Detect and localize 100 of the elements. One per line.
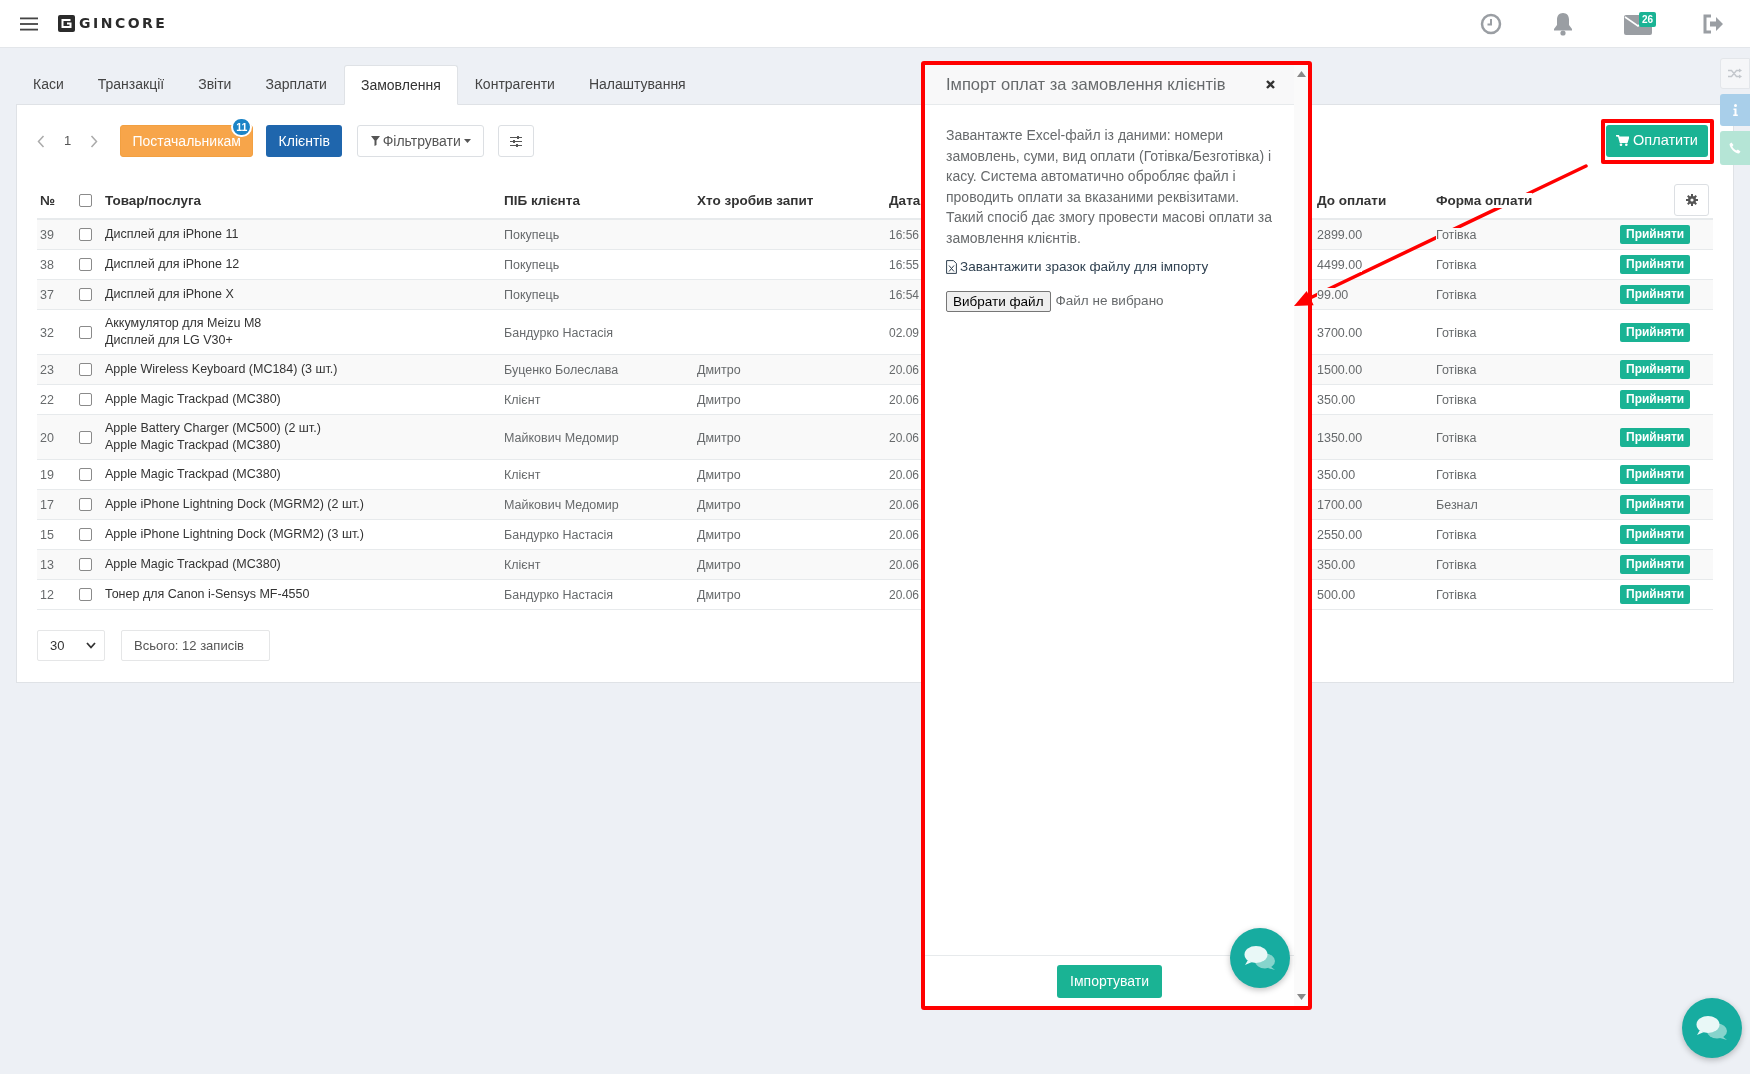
client-name: Покупець [504,288,560,302]
row-checkbox[interactable] [79,498,92,511]
column-header: № [40,193,56,208]
amount-due: 350.00 [1317,393,1356,407]
row-checkbox[interactable] [79,325,92,339]
accept-button[interactable]: Прийняти [1620,322,1691,342]
row-number: 19 [40,468,54,482]
amount-due: 3700.00 [1317,325,1363,340]
table-settings-button[interactable] [1674,184,1709,216]
clients-button[interactable]: Клієнтів [266,125,343,157]
tab[interactable]: Замовлення [343,65,458,105]
chevron-left-icon[interactable] [37,134,45,148]
menu-icon[interactable] [20,16,38,31]
row-checkbox[interactable] [79,258,92,271]
amount-due: 500.00 [1317,588,1356,602]
scroll-down-icon[interactable] [1296,994,1306,1000]
row-checkbox[interactable] [79,228,92,241]
chevron-down-icon [86,642,96,649]
column-options-button[interactable] [498,125,535,157]
tab[interactable]: Зарплати [248,65,344,104]
amount-due: 1700.00 [1317,498,1363,512]
row-number: 22 [40,393,54,407]
row-number: 23 [40,363,54,377]
row-checkbox[interactable] [79,430,92,444]
row-checkbox[interactable] [79,558,92,571]
row-checkbox[interactable] [79,393,92,406]
client-name: Майкович Медомир [504,430,619,445]
amount-due: 4499.00 [1317,258,1363,272]
pay-button[interactable]: Оплатити [1606,124,1708,157]
client-name: Покупець [504,228,560,242]
cart-icon [1616,135,1630,146]
modal-title: Імпорт оплат за замовлення клієнтів [946,74,1226,96]
filter-button[interactable]: Фільтрувати [357,125,485,157]
payment-method: Готівка [1436,558,1477,572]
chevron-right-icon[interactable] [90,134,99,148]
tab[interactable]: Каси [16,65,81,104]
column-header: Дата [889,193,921,208]
accept-button[interactable]: Прийняти [1620,585,1691,604]
client-name: Клієнт [504,468,541,482]
order-date: 16:55 [889,258,920,272]
accept-button[interactable]: Прийняти [1620,427,1691,447]
sample-file-link[interactable]: Завантажити зразок файлу для імпорту [960,258,1209,276]
amount-due: 350.00 [1317,558,1356,572]
row-number: 17 [40,498,54,512]
funnel-icon [370,136,380,146]
tab[interactable]: Налаштування [571,65,703,104]
product-name: Apple iPhone Lightning Dock (MGRM2) (3 шт.) [105,526,364,543]
row-number: 38 [40,258,54,272]
client-name: Покупець [504,258,560,272]
tab[interactable]: Звіти [181,65,249,104]
chat-button[interactable] [1682,998,1742,1058]
client-name: Майкович Медомир [504,498,619,512]
page-number[interactable]: 1 [64,131,72,151]
product-name: Apple Magic Trackpad (MC380) [105,437,281,454]
accept-button[interactable]: Прийняти [1620,390,1691,409]
order-date: 20.06 [889,393,920,407]
accept-button[interactable]: Прийняти [1620,225,1691,244]
product-name: Дисплей для LG V30+ [105,332,233,349]
accept-button[interactable]: Прийняти [1620,555,1691,574]
order-date: 02.09 [889,325,920,340]
shuffle-icon [1728,68,1742,79]
row-checkbox[interactable] [79,528,92,541]
accept-button[interactable]: Прийняти [1620,285,1691,304]
row-checkbox[interactable] [79,468,92,481]
choose-file-button[interactable]: Вибрати файл [946,291,1051,312]
gear-icon [1685,194,1698,206]
accept-button[interactable]: Прийняти [1620,255,1691,274]
info-icon [1732,104,1738,116]
select-all-checkbox[interactable] [79,193,92,207]
row-checkbox[interactable] [79,363,92,376]
row-checkbox[interactable] [79,288,92,301]
accept-button[interactable]: Прийняти [1620,525,1691,544]
accept-button[interactable]: Прийняти [1620,495,1691,514]
record-count: Всього: 12 записів [121,630,270,661]
accept-button[interactable]: Прийняти [1620,360,1691,379]
row-checkbox[interactable] [79,588,92,601]
product-name: Дисплей для iPhone X [105,286,234,303]
order-date: 20.06 [889,468,920,482]
payment-method: Готівка [1436,288,1477,302]
amount-due: 99.00 [1317,288,1349,302]
order-date: 16:56 [889,228,920,242]
requester-name: Дмитро [697,363,741,377]
logout-icon[interactable] [1702,13,1724,34]
tab[interactable]: Транзакції [80,65,182,104]
client-name: Бандурко Настасія [504,528,613,542]
import-button[interactable]: Імпортувати [1057,964,1162,998]
page-size-select[interactable]: 30 [37,630,105,661]
clock-icon[interactable] [1480,12,1502,35]
order-date: 20.06 [889,430,920,445]
caret-down-icon [463,139,471,143]
requester-name: Дмитро [697,468,741,482]
accept-button[interactable]: Прийняти [1620,465,1691,484]
close-icon[interactable] [1266,80,1275,89]
product-name: Apple Magic Trackpad (MC380) [105,391,281,408]
requester-name: Дмитро [697,430,741,445]
column-header: ПІБ клієнта [504,193,580,208]
scroll-up-icon[interactable] [1296,71,1306,77]
tab[interactable]: Контрагенти [457,65,572,104]
phone-icon [1729,142,1741,154]
bell-icon[interactable] [1552,11,1574,36]
